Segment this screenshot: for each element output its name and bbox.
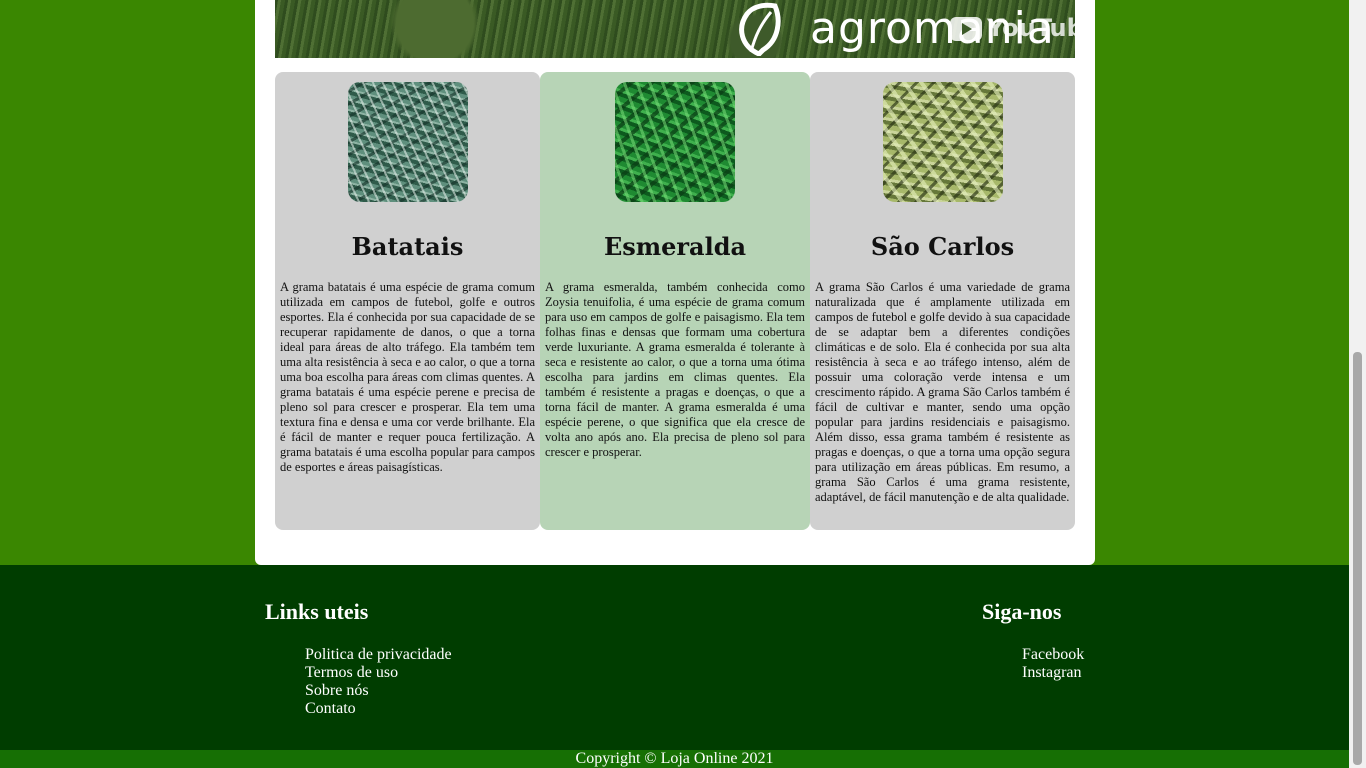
content-panel: agromania YouTube Batatais A grama batat… <box>255 0 1095 565</box>
link-instagram[interactable]: Instagran <box>1022 664 1082 681</box>
batatais-grass-image <box>347 82 468 202</box>
card-title: São Carlos <box>870 232 1015 261</box>
sao-carlos-grass-image <box>882 82 1003 202</box>
card-title: Esmeralda <box>603 232 747 261</box>
link-contact[interactable]: Contato <box>305 700 356 717</box>
youtube-label: YouTube <box>987 14 1075 42</box>
scrollbar-thumb[interactable] <box>1353 352 1362 765</box>
youtube-play-icon[interactable] <box>950 17 982 41</box>
link-privacy-policy[interactable]: Politica de privacidade <box>305 646 452 663</box>
banner-video[interactable]: agromania YouTube <box>275 0 1075 58</box>
link-terms-of-use[interactable]: Termos de uso <box>305 664 398 681</box>
card-text: A grama batatais é uma espécie de grama … <box>280 280 535 474</box>
copyright-bar: Copyright © Loja Online 2021 <box>0 750 1349 768</box>
footer: Links uteis Politica de privacidade Term… <box>0 565 1349 750</box>
vertical-scrollbar[interactable] <box>1349 0 1366 768</box>
card-title: Batatais <box>351 232 464 261</box>
follow-us-title: Siga-nos <box>982 599 1062 624</box>
link-about-us[interactable]: Sobre nós <box>305 682 369 699</box>
link-facebook[interactable]: Facebook <box>1022 646 1084 663</box>
card-text: A grama São Carlos é uma variedade de gr… <box>815 280 1070 504</box>
links-title: Links uteis <box>265 599 369 624</box>
card-esmeralda: Esmeralda A grama esmeralda, também conh… <box>540 72 810 530</box>
card-text: A grama esmeralda, também conhecida como… <box>545 280 805 459</box>
esmeralda-grass-image <box>615 82 735 202</box>
useful-links-list: Politica de privacidade Termos de uso So… <box>305 646 452 718</box>
social-links-list: Facebook Instagran <box>1022 646 1084 682</box>
leaf-logo-icon <box>739 2 781 56</box>
card-sao-carlos: São Carlos A grama São Carlos é uma vari… <box>810 72 1075 530</box>
card-batatais: Batatais A grama batatais é uma espécie … <box>275 72 540 530</box>
grass-cards: Batatais A grama batatais é uma espécie … <box>275 72 1075 530</box>
